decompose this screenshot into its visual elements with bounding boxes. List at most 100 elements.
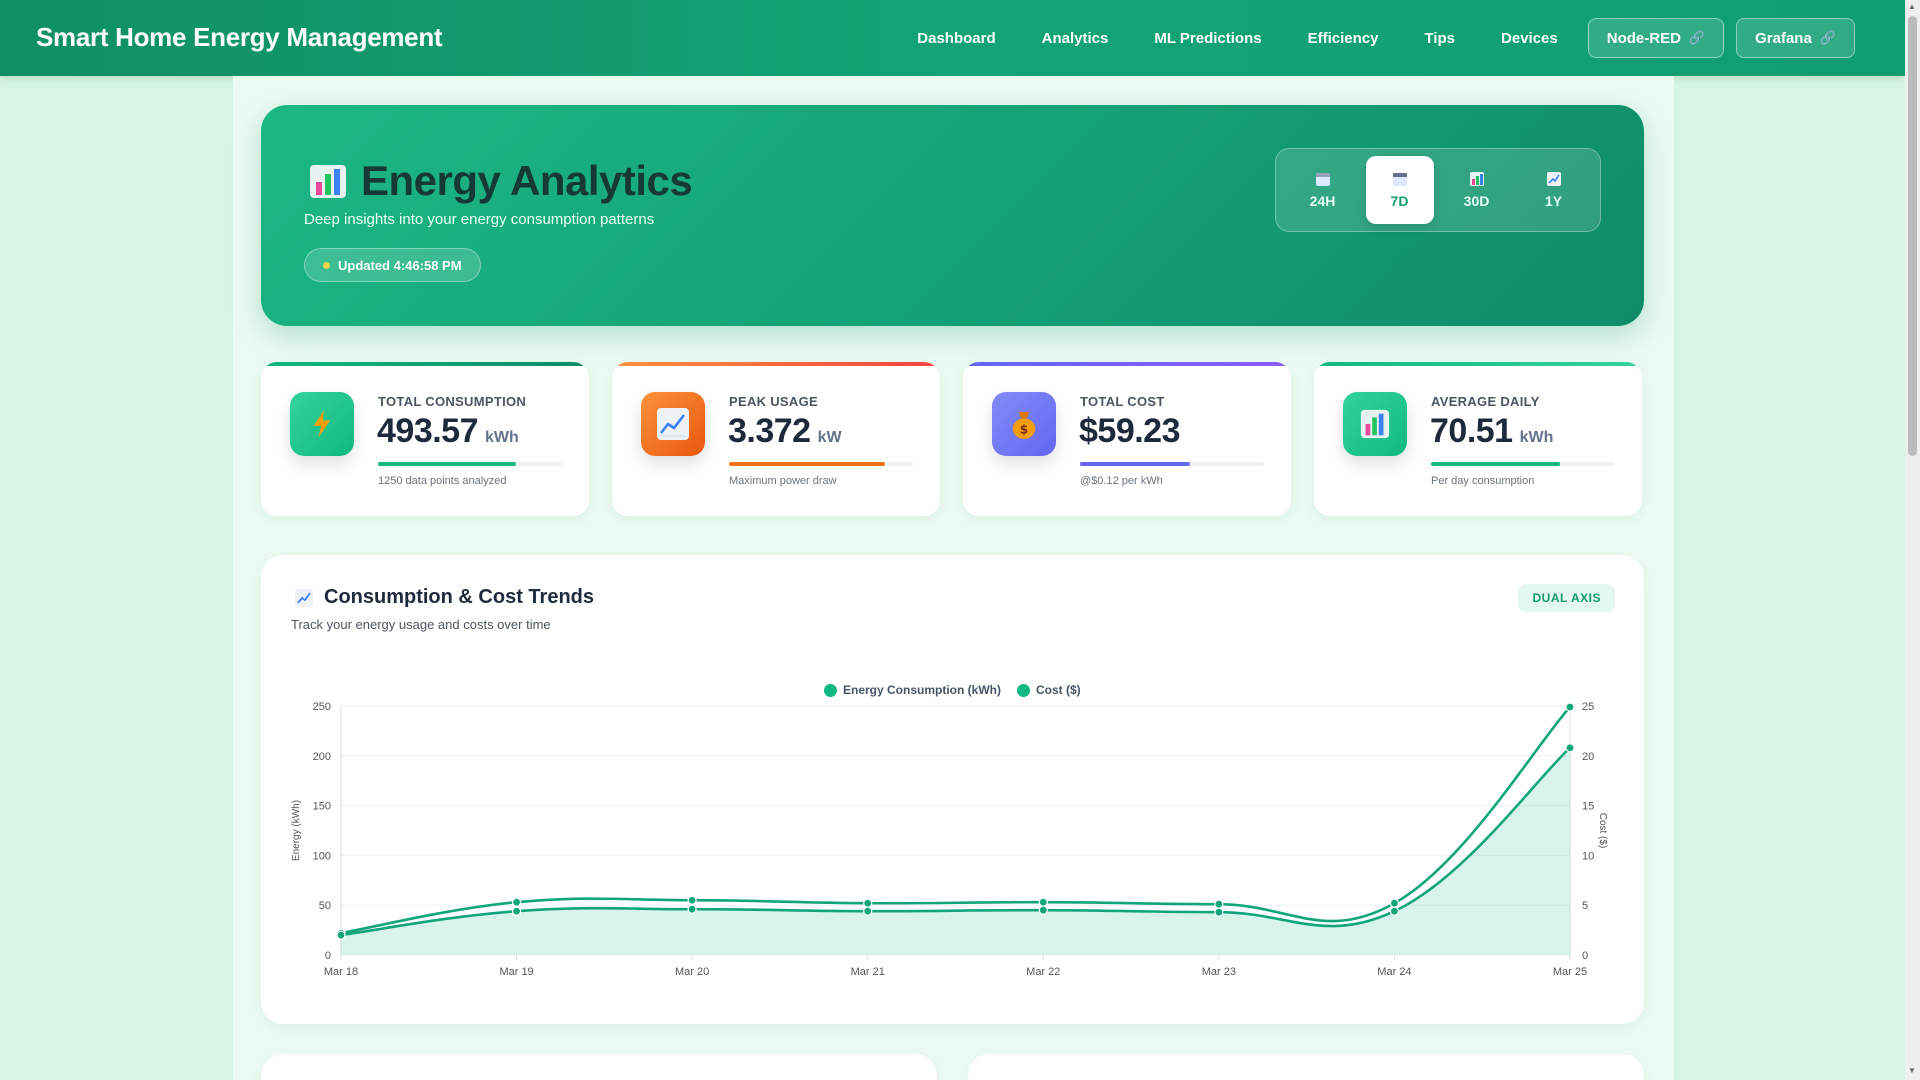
series-line	[340, 706, 1571, 935]
updated-time-text: Updated 4:46:58 PM	[338, 257, 462, 273]
legend-swatch	[824, 683, 837, 697]
data-point	[863, 906, 873, 916]
range-label: 24H	[1309, 193, 1336, 209]
bottom-panel-right	[968, 1054, 1644, 1080]
range-button-24h[interactable]: 24H	[1289, 156, 1357, 224]
data-point	[1389, 906, 1400, 916]
card-accent-bar	[963, 362, 1291, 366]
external-link-icon: 🔗	[1688, 30, 1706, 45]
data-point	[511, 906, 522, 916]
stat-progress-fill	[378, 462, 516, 466]
grafana-button[interactable]: Grafana 🔗	[1736, 18, 1855, 58]
y-tick-label: 200	[313, 751, 331, 763]
stat-label: PEAK USAGE	[729, 394, 818, 409]
trends-chart-panel: 0 50 100 150 200 250 0 5 10 15 20 25 Mar 18 Mar 19 Mar…	[261, 555, 1644, 1024]
legend-label: Energy Consumption (kWh)	[843, 683, 1001, 697]
stat-unit: kWh	[485, 429, 519, 446]
y2-tick-label: 25	[1582, 701, 1594, 713]
scroll-up-icon[interactable]: ▲	[1908, 2, 1916, 11]
stat-unit: kW	[817, 429, 842, 446]
stat-label: TOTAL CONSUMPTION	[378, 394, 527, 409]
data-point	[511, 897, 522, 907]
x-tick-label: Mar 24	[1377, 966, 1411, 978]
stat-value-row: 493.57 kWh	[377, 412, 519, 451]
money-bag-icon: $	[992, 392, 1056, 456]
card-accent-bar	[1314, 362, 1642, 366]
x-tick-label: Mar 20	[675, 966, 709, 978]
stat-progress-fill	[1080, 462, 1191, 466]
y2-tick-label: 20	[1582, 751, 1594, 763]
hero-heading: Energy Analytics	[309, 157, 693, 205]
series-area-fill	[341, 747, 1570, 955]
bar-chart-icon	[310, 165, 346, 198]
stat-card-total-cost: $ TOTAL COST $59.23 @$0.12 per kWh	[963, 362, 1291, 516]
y-tick-label: 50	[319, 900, 331, 912]
range-label: 7D	[1390, 193, 1409, 209]
stat-caption: @$0.12 per kWh	[1080, 475, 1163, 487]
data-point	[1038, 897, 1048, 907]
nav-link-analytics[interactable]: Analytics	[1042, 30, 1109, 47]
data-point	[1565, 743, 1575, 753]
nav-link-ml-predictions[interactable]: ML Predictions	[1154, 30, 1261, 47]
scroll-down-icon[interactable]: ▼	[1908, 1066, 1916, 1075]
calendar-icon	[1392, 173, 1407, 186]
data-point	[1038, 905, 1048, 915]
range-label: 1Y	[1544, 193, 1563, 209]
status-dot-icon	[323, 261, 330, 269]
nav-link-efficiency[interactable]: Efficiency	[1308, 30, 1379, 47]
dual-axis-badge: DUAL AXIS	[1518, 584, 1615, 612]
data-point	[687, 895, 697, 905]
range-label: 30D	[1463, 193, 1490, 209]
scroll-thumb[interactable]	[1908, 16, 1917, 456]
hero-subtitle: Deep insights into your energy consumpti…	[304, 211, 655, 228]
range-button-7d[interactable]: 7D	[1365, 156, 1434, 224]
nav-link-dashboard[interactable]: Dashboard	[917, 30, 995, 47]
x-tick-label: Mar 18	[324, 966, 358, 978]
time-range-selector: 24H 7D 30D 1Y	[1275, 148, 1601, 232]
stat-value-row: 70.51 kWh	[1430, 412, 1553, 451]
legend-swatch	[1017, 683, 1030, 697]
nav-link-devices[interactable]: Devices	[1501, 30, 1558, 47]
stat-caption: 1250 data points analyzed	[378, 475, 507, 487]
range-button-30d[interactable]: 30D	[1443, 156, 1511, 224]
y2-tick-label: 15	[1582, 801, 1594, 813]
stat-progress-track	[729, 462, 913, 466]
y2-axis-title: Cost ($)	[1597, 813, 1608, 849]
y-tick-label: 150	[313, 801, 331, 813]
stat-value-row: $59.23	[1079, 412, 1181, 451]
lightning-icon	[290, 392, 354, 456]
range-button-1y[interactable]: 1Y	[1520, 156, 1588, 224]
node-red-label: Node-RED	[1606, 29, 1681, 47]
y2-tick-label: 5	[1582, 900, 1588, 912]
grafana-label: Grafana	[1755, 29, 1812, 47]
data-point	[687, 904, 697, 914]
trend-up-icon	[1546, 172, 1561, 186]
data-point	[336, 930, 346, 940]
stat-unit: kWh	[1519, 429, 1554, 446]
x-tick-label: Mar 22	[1026, 966, 1060, 978]
stat-card-average-daily: AVERAGE DAILY 70.51 kWh Per day consumpt…	[1314, 362, 1642, 516]
panel-subtitle: Track your energy usage and costs over t…	[291, 617, 551, 632]
bar-chart-icon	[1343, 392, 1407, 456]
bottom-panel-left	[261, 1054, 937, 1080]
svg-text:$: $	[1020, 422, 1028, 436]
hero-banner: Energy Analytics Deep insights into your…	[261, 105, 1644, 326]
stat-label: AVERAGE DAILY	[1431, 394, 1540, 409]
page-scrollbar[interactable]: ▲ ▼	[1905, 0, 1920, 1080]
legend-item-energy[interactable]: Energy Consumption (kWh)	[824, 683, 1001, 697]
x-tick-label: Mar 25	[1553, 966, 1587, 978]
line-chart-icon	[641, 392, 705, 456]
y-tick-label: 0	[325, 950, 331, 962]
y-tick-label: 100	[313, 850, 331, 862]
data-point	[1565, 702, 1575, 712]
chart-legend: Energy Consumption (kWh) Cost ($)	[824, 683, 1081, 697]
data-point	[1214, 899, 1224, 909]
nav-link-tips[interactable]: Tips	[1424, 30, 1455, 47]
brand-title[interactable]: Smart Home Energy Management	[36, 22, 443, 53]
stat-value-row: 3.372 kW	[728, 412, 842, 451]
bar-chart-icon	[1469, 172, 1484, 186]
legend-item-cost[interactable]: Cost ($)	[1017, 683, 1081, 697]
stat-progress-fill	[729, 462, 886, 466]
stat-value: 493.57	[377, 412, 479, 450]
node-red-button[interactable]: Node-RED 🔗	[1587, 18, 1725, 58]
